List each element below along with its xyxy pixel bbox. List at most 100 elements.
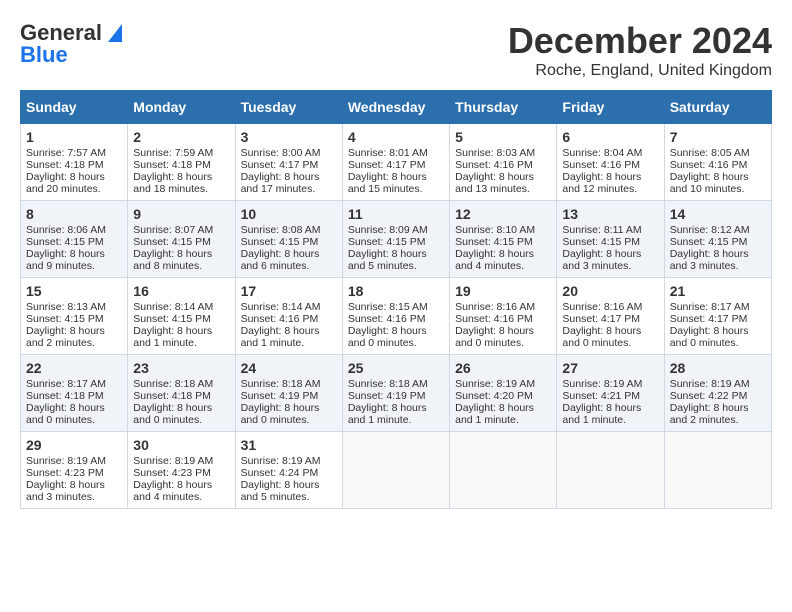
calendar-cell: 16 Sunrise: 8:14 AM Sunset: 4:15 PM Dayl… <box>128 278 235 355</box>
sunset-label: Sunset: 4:15 PM <box>133 313 211 325</box>
sunset-label: Sunset: 4:19 PM <box>241 390 319 402</box>
day-number: 20 <box>562 283 658 299</box>
header-tuesday: Tuesday <box>235 91 342 124</box>
daylight-label: Daylight: 8 hours and 0 minutes. <box>241 402 320 426</box>
sunrise-label: Sunrise: 8:13 AM <box>26 301 106 313</box>
daylight-label: Daylight: 8 hours and 5 minutes. <box>241 479 320 503</box>
daylight-label: Daylight: 8 hours and 10 minutes. <box>670 171 749 195</box>
daylight-label: Daylight: 8 hours and 13 minutes. <box>455 171 534 195</box>
sunset-label: Sunset: 4:16 PM <box>455 159 533 171</box>
sunset-label: Sunset: 4:15 PM <box>562 236 640 248</box>
sunset-label: Sunset: 4:16 PM <box>562 159 640 171</box>
day-number: 21 <box>670 283 766 299</box>
daylight-label: Daylight: 8 hours and 0 minutes. <box>26 402 105 426</box>
calendar-header-row: SundayMondayTuesdayWednesdayThursdayFrid… <box>21 91 772 124</box>
sunset-label: Sunset: 4:20 PM <box>455 390 533 402</box>
daylight-label: Daylight: 8 hours and 0 minutes. <box>133 402 212 426</box>
page-title: December 2024 <box>508 20 772 62</box>
daylight-label: Daylight: 8 hours and 0 minutes. <box>670 325 749 349</box>
sunrise-label: Sunrise: 8:05 AM <box>670 147 750 159</box>
header-wednesday: Wednesday <box>342 91 449 124</box>
sunset-label: Sunset: 4:15 PM <box>348 236 426 248</box>
sunrise-label: Sunrise: 8:12 AM <box>670 224 750 236</box>
title-block: December 2024 Roche, England, United Kin… <box>508 20 772 80</box>
day-number: 7 <box>670 129 766 145</box>
calendar-cell: 22 Sunrise: 8:17 AM Sunset: 4:18 PM Dayl… <box>21 355 128 432</box>
day-number: 28 <box>670 360 766 376</box>
sunrise-label: Sunrise: 8:18 AM <box>348 378 428 390</box>
calendar-cell: 11 Sunrise: 8:09 AM Sunset: 4:15 PM Dayl… <box>342 201 449 278</box>
day-number: 12 <box>455 206 551 222</box>
sunrise-label: Sunrise: 8:11 AM <box>562 224 641 236</box>
calendar-cell <box>664 432 771 509</box>
calendar-cell: 27 Sunrise: 8:19 AM Sunset: 4:21 PM Dayl… <box>557 355 664 432</box>
logo: General Blue <box>20 20 122 68</box>
sunset-label: Sunset: 4:16 PM <box>241 313 319 325</box>
daylight-label: Daylight: 8 hours and 1 minute. <box>348 402 427 426</box>
calendar-week-5: 29 Sunrise: 8:19 AM Sunset: 4:23 PM Dayl… <box>21 432 772 509</box>
sunrise-label: Sunrise: 8:09 AM <box>348 224 428 236</box>
day-number: 2 <box>133 129 229 145</box>
daylight-label: Daylight: 8 hours and 0 minutes. <box>348 325 427 349</box>
header-monday: Monday <box>128 91 235 124</box>
calendar-cell: 31 Sunrise: 8:19 AM Sunset: 4:24 PM Dayl… <box>235 432 342 509</box>
daylight-label: Daylight: 8 hours and 6 minutes. <box>241 248 320 272</box>
calendar-cell <box>450 432 557 509</box>
day-number: 24 <box>241 360 337 376</box>
daylight-label: Daylight: 8 hours and 1 minute. <box>241 325 320 349</box>
day-number: 5 <box>455 129 551 145</box>
logo-arrow-icon <box>104 24 122 42</box>
sunset-label: Sunset: 4:18 PM <box>133 390 211 402</box>
daylight-label: Daylight: 8 hours and 1 minute. <box>562 402 641 426</box>
sunset-label: Sunset: 4:21 PM <box>562 390 640 402</box>
calendar-week-3: 15 Sunrise: 8:13 AM Sunset: 4:15 PM Dayl… <box>21 278 772 355</box>
day-number: 23 <box>133 360 229 376</box>
day-number: 6 <box>562 129 658 145</box>
calendar-cell: 9 Sunrise: 8:07 AM Sunset: 4:15 PM Dayli… <box>128 201 235 278</box>
calendar-cell: 26 Sunrise: 8:19 AM Sunset: 4:20 PM Dayl… <box>450 355 557 432</box>
calendar-cell <box>342 432 449 509</box>
sunset-label: Sunset: 4:16 PM <box>455 313 533 325</box>
calendar-cell: 24 Sunrise: 8:18 AM Sunset: 4:19 PM Dayl… <box>235 355 342 432</box>
header-friday: Friday <box>557 91 664 124</box>
day-number: 17 <box>241 283 337 299</box>
sunset-label: Sunset: 4:16 PM <box>348 313 426 325</box>
sunset-label: Sunset: 4:15 PM <box>26 236 104 248</box>
day-number: 16 <box>133 283 229 299</box>
day-number: 29 <box>26 437 122 453</box>
calendar-cell: 8 Sunrise: 8:06 AM Sunset: 4:15 PM Dayli… <box>21 201 128 278</box>
day-number: 14 <box>670 206 766 222</box>
sunset-label: Sunset: 4:15 PM <box>133 236 211 248</box>
calendar-table: SundayMondayTuesdayWednesdayThursdayFrid… <box>20 90 772 509</box>
sunrise-label: Sunrise: 8:16 AM <box>455 301 535 313</box>
sunset-label: Sunset: 4:22 PM <box>670 390 748 402</box>
daylight-label: Daylight: 8 hours and 0 minutes. <box>455 325 534 349</box>
header-saturday: Saturday <box>664 91 771 124</box>
day-number: 31 <box>241 437 337 453</box>
sunrise-label: Sunrise: 8:18 AM <box>133 378 213 390</box>
daylight-label: Daylight: 8 hours and 12 minutes. <box>562 171 641 195</box>
sunrise-label: Sunrise: 8:19 AM <box>26 455 106 467</box>
calendar-cell: 6 Sunrise: 8:04 AM Sunset: 4:16 PM Dayli… <box>557 124 664 201</box>
sunrise-label: Sunrise: 7:59 AM <box>133 147 213 159</box>
sunrise-label: Sunrise: 8:01 AM <box>348 147 428 159</box>
sunset-label: Sunset: 4:19 PM <box>348 390 426 402</box>
daylight-label: Daylight: 8 hours and 3 minutes. <box>26 479 105 503</box>
day-number: 10 <box>241 206 337 222</box>
calendar-cell: 7 Sunrise: 8:05 AM Sunset: 4:16 PM Dayli… <box>664 124 771 201</box>
sunrise-label: Sunrise: 8:06 AM <box>26 224 106 236</box>
sunset-label: Sunset: 4:17 PM <box>241 159 319 171</box>
day-number: 15 <box>26 283 122 299</box>
day-number: 18 <box>348 283 444 299</box>
calendar-cell: 1 Sunrise: 7:57 AM Sunset: 4:18 PM Dayli… <box>21 124 128 201</box>
calendar-week-1: 1 Sunrise: 7:57 AM Sunset: 4:18 PM Dayli… <box>21 124 772 201</box>
daylight-label: Daylight: 8 hours and 3 minutes. <box>670 248 749 272</box>
daylight-label: Daylight: 8 hours and 2 minutes. <box>26 325 105 349</box>
calendar-cell: 4 Sunrise: 8:01 AM Sunset: 4:17 PM Dayli… <box>342 124 449 201</box>
daylight-label: Daylight: 8 hours and 3 minutes. <box>562 248 641 272</box>
day-number: 13 <box>562 206 658 222</box>
calendar-cell: 28 Sunrise: 8:19 AM Sunset: 4:22 PM Dayl… <box>664 355 771 432</box>
sunrise-label: Sunrise: 8:03 AM <box>455 147 535 159</box>
sunrise-label: Sunrise: 8:19 AM <box>670 378 750 390</box>
day-number: 27 <box>562 360 658 376</box>
